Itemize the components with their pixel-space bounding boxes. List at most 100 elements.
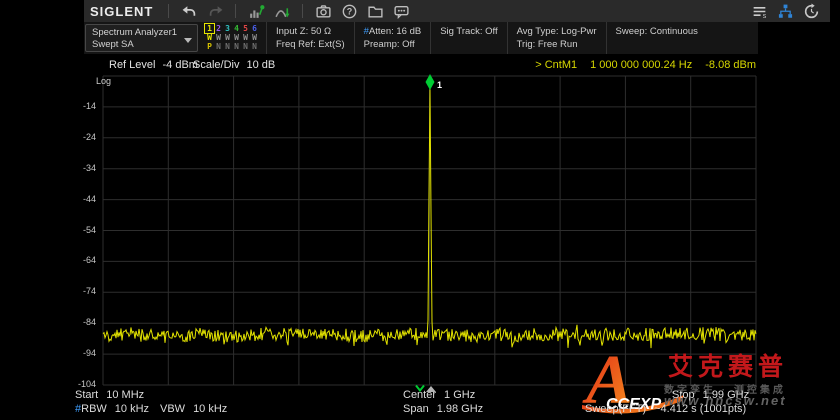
y-tick-label: -14 bbox=[70, 102, 96, 111]
network-button[interactable] bbox=[775, 2, 795, 20]
message-button[interactable] bbox=[391, 2, 411, 20]
trace-number-2[interactable]: 2 bbox=[214, 24, 223, 33]
toolbar-left-icons: ? bbox=[176, 2, 414, 20]
message-icon bbox=[393, 3, 410, 20]
start-freq-label: Start bbox=[75, 389, 98, 401]
center-freq-value[interactable]: 1 GHz bbox=[444, 389, 475, 401]
scale-row: Ref Level-4 dBm Scale/Div10 dB > CntM11 … bbox=[103, 59, 756, 73]
panel-line2: Freq Ref: Ext(S) bbox=[276, 38, 345, 51]
settings-panel-input[interactable]: Input Z: 50 ΩFreq Ref: Ext(S) bbox=[266, 22, 354, 54]
settings-panel-sig-track[interactable]: Sig Track: Off bbox=[430, 22, 506, 54]
list-settings-button[interactable]: s bbox=[749, 2, 769, 20]
plot-canvas: 1 bbox=[103, 76, 756, 385]
trace-type-6[interactable]: W bbox=[250, 33, 259, 42]
trace-status-grid[interactable]: 123456WWWWWWPNNNNN bbox=[201, 22, 266, 54]
camera-button[interactable] bbox=[313, 2, 333, 20]
trace-number-5[interactable]: 5 bbox=[241, 24, 250, 33]
peak-chart-icon bbox=[248, 3, 265, 20]
trace-type-3[interactable]: W bbox=[223, 33, 232, 42]
panel-line1: Sweep: Continuous bbox=[616, 25, 698, 38]
coupled-hash: # bbox=[364, 26, 369, 37]
center-freq-label: Center bbox=[403, 389, 436, 401]
chevron-down-icon bbox=[184, 38, 192, 43]
top-toolbar: SIGLENT ? s bbox=[84, 0, 830, 22]
camera-icon bbox=[315, 3, 332, 20]
stop-freq-label: Stop bbox=[672, 389, 695, 401]
settings-panel-avg[interactable]: Avg Type: Log-PwrTrig: Free Run bbox=[507, 22, 606, 54]
trace-type-2[interactable]: W bbox=[214, 33, 223, 42]
folder-icon bbox=[367, 3, 384, 20]
y-tick-label: -64 bbox=[70, 256, 96, 265]
span-value[interactable]: 1.98 GHz bbox=[437, 403, 483, 415]
trace-number-6[interactable]: 6 bbox=[250, 24, 259, 33]
toolbar-separator bbox=[302, 4, 303, 18]
y-tick-label: -24 bbox=[70, 133, 96, 142]
network-icon bbox=[777, 3, 794, 20]
panel-line1: Avg Type: Log-Pwr bbox=[517, 25, 597, 38]
marker-readout-amplitude: -8.08 dBm bbox=[705, 59, 756, 71]
trace-state-1[interactable]: P bbox=[205, 42, 214, 51]
vbw-value[interactable]: 10 kHz bbox=[193, 403, 227, 415]
help-button[interactable]: ? bbox=[339, 2, 359, 20]
marker-number-label: 1 bbox=[437, 80, 442, 90]
toolbar-right-icons: s bbox=[746, 2, 824, 20]
peak-next-button[interactable] bbox=[272, 2, 292, 20]
spectrum-analyzer-screen: SIGLENT ? s Spectrum Analyzer1 Swept SA … bbox=[0, 0, 840, 420]
peak-chart-button[interactable] bbox=[246, 2, 266, 20]
sweep-value[interactable]: ~4.412 s (1001pts) bbox=[654, 403, 746, 415]
svg-text:?: ? bbox=[347, 6, 353, 16]
trace-state-3[interactable]: N bbox=[223, 42, 232, 51]
trace-state-2[interactable]: N bbox=[214, 42, 223, 51]
siglent-logo: SIGLENT bbox=[90, 4, 153, 19]
y-tick-label: -44 bbox=[70, 195, 96, 204]
y-tick-label: -74 bbox=[70, 287, 96, 296]
scale-div-label: Scale/Div bbox=[193, 59, 239, 71]
toolbar-separator bbox=[168, 4, 169, 18]
scale-div-value[interactable]: 10 dB bbox=[246, 59, 275, 71]
stop-freq-value[interactable]: 1.99 GHz bbox=[703, 389, 749, 401]
marker-readout-freq: 1 000 000 000.24 Hz bbox=[590, 59, 692, 71]
trace-type-5[interactable]: W bbox=[241, 33, 250, 42]
panel-line2: Preamp: Off bbox=[364, 38, 422, 51]
trace-status-row: 123456 bbox=[205, 24, 259, 33]
vbw-label: VBW bbox=[160, 403, 185, 415]
panel-line2: Trig: Free Run bbox=[517, 38, 597, 51]
folder-button[interactable] bbox=[365, 2, 385, 20]
trace-state-6[interactable]: N bbox=[250, 42, 259, 51]
trace-number-1[interactable]: 1 bbox=[205, 24, 214, 33]
trace-state-4[interactable]: N bbox=[232, 42, 241, 51]
settings-panels: Input Z: 50 ΩFreq Ref: Ext(S)#Atten: 16 … bbox=[266, 22, 707, 54]
mode-selector[interactable]: Spectrum Analyzer1 Swept SA bbox=[85, 24, 198, 52]
spectrum-plot: 1 bbox=[103, 76, 756, 385]
marker-readout: > CntM1 1 000 000 000.24 Hz -8.08 dBm bbox=[535, 59, 756, 71]
trace-type-1[interactable]: W bbox=[205, 33, 214, 42]
rbw-label: RBW bbox=[81, 403, 107, 415]
settings-panel-sweep[interactable]: Sweep: Continuous bbox=[606, 22, 707, 54]
trace-number-4[interactable]: 4 bbox=[232, 24, 241, 33]
redo-button[interactable] bbox=[205, 2, 225, 20]
redo-icon bbox=[207, 3, 224, 20]
panel-line1: Input Z: 50 Ω bbox=[276, 25, 345, 38]
trace-type-4[interactable]: W bbox=[232, 33, 241, 42]
peak-next-icon bbox=[274, 3, 291, 20]
list-settings-icon: s bbox=[751, 3, 768, 20]
history-button[interactable] bbox=[801, 2, 821, 20]
svg-text:s: s bbox=[762, 12, 766, 19]
rbw-value[interactable]: 10 kHz bbox=[115, 403, 149, 415]
panel-line1: Sig Track: Off bbox=[440, 25, 497, 38]
marker-readout-name: > CntM1 bbox=[535, 59, 577, 71]
sweep-label: Sweep(FFT) bbox=[585, 403, 646, 415]
watermark-cn-name: 艾克赛普 bbox=[668, 347, 788, 383]
settings-panel-atten[interactable]: #Atten: 16 dBPreamp: Off bbox=[354, 22, 431, 54]
y-tick-label: -54 bbox=[70, 226, 96, 235]
trace-state-5[interactable]: N bbox=[241, 42, 250, 51]
y-tick-label: -104 bbox=[70, 380, 96, 389]
undo-button[interactable] bbox=[179, 2, 199, 20]
ref-level-label: Ref Level bbox=[109, 59, 155, 71]
y-tick-label: -34 bbox=[70, 164, 96, 173]
start-freq-value[interactable]: 10 MHz bbox=[106, 389, 144, 401]
trace-status-row: WWWWWW bbox=[205, 33, 259, 42]
trace-status-row: PNNNNN bbox=[205, 42, 259, 51]
mode-name: Spectrum Analyzer1 bbox=[92, 27, 183, 39]
trace-number-3[interactable]: 3 bbox=[223, 24, 232, 33]
